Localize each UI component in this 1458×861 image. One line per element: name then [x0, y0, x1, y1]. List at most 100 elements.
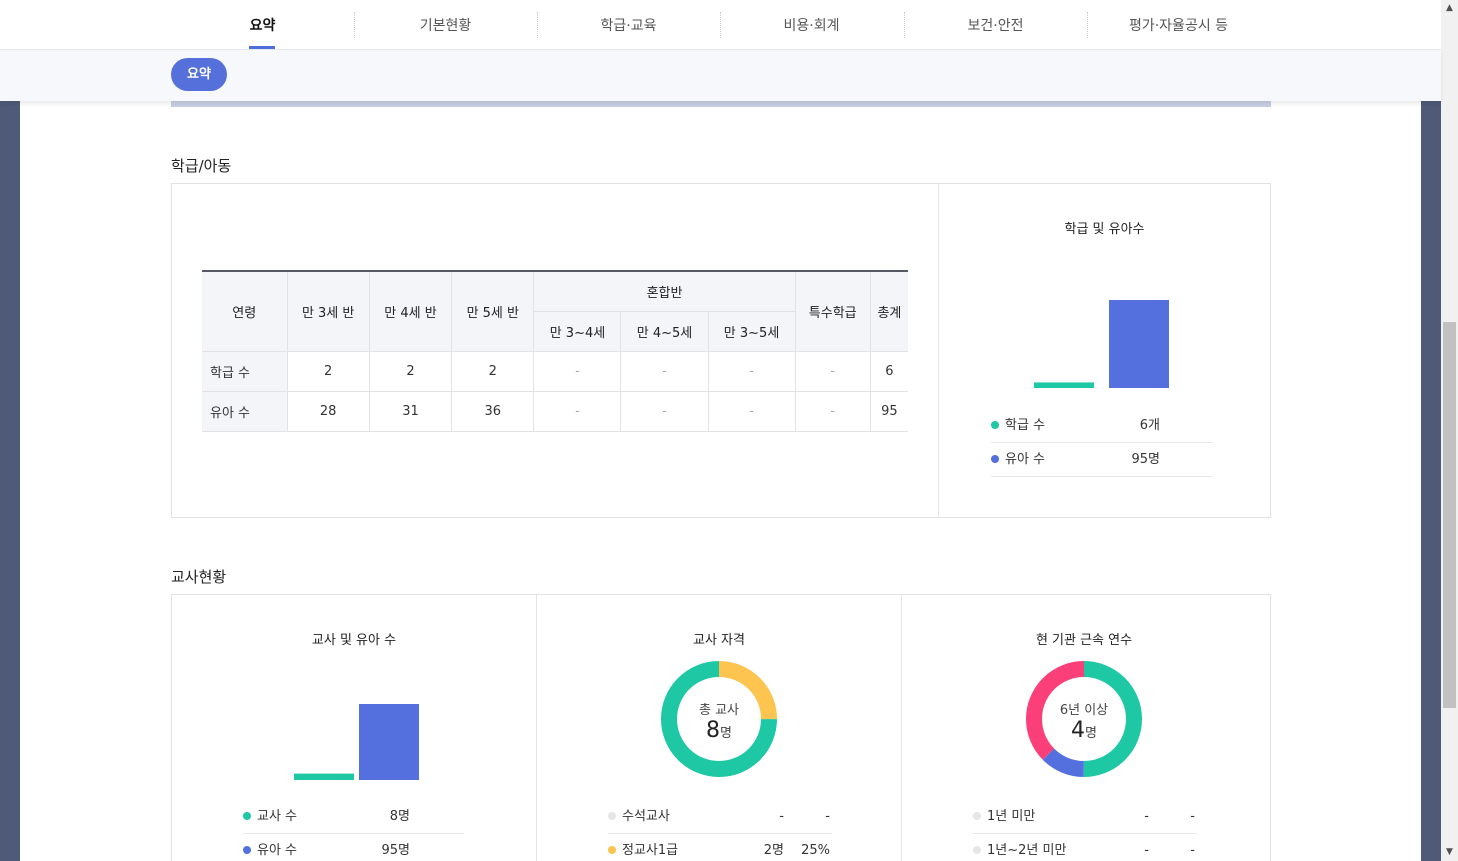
class-bar-chart: [1034, 300, 1169, 388]
sub-navigation: 요약: [0, 50, 1441, 101]
tab-evaluation-label: 평가·자율공시 등: [1128, 18, 1229, 34]
tenure-legend: 1년 미만 - - 1년~2년 미만 - -: [973, 800, 1197, 861]
legend-value: 6개: [1139, 418, 1160, 433]
th-age-3: 만 3세 반: [286, 270, 370, 352]
legend-label: 1년 미만: [987, 809, 1036, 824]
legend-label: 학급 수: [1005, 418, 1046, 433]
legend-percent: -: [1190, 843, 1195, 858]
qualification-legend: 수석교사 - - 정교사1급 2명 25%: [608, 800, 832, 861]
class-table: 연령 만 3세 반 만 4세 반 만 5세 반 혼합반 특수학급 총계 만 3~…: [202, 270, 908, 432]
th-mixed-3-5: 만 3~5세: [707, 310, 796, 352]
legend-dot: [973, 845, 981, 854]
legend-label: 교사 수: [257, 809, 298, 824]
legend-value: -: [779, 809, 784, 824]
donut-center-value: 8: [706, 718, 721, 743]
teachers-chart-legend: 교사 수 8명 유아 수 95명: [243, 800, 464, 861]
legend-percent: 25%: [801, 843, 830, 858]
legend-percent: -: [825, 809, 830, 824]
tab-summary[interactable]: 요약: [171, 0, 354, 50]
tab-summary-label: 요약: [249, 18, 276, 34]
donut-center-value: 4: [1071, 718, 1086, 743]
table-cell: -: [533, 390, 622, 432]
bar-교사 수: [294, 773, 354, 780]
donut-center-label: 6년 이상: [1059, 703, 1109, 718]
class-chart-legend: 학급 수 6개 유아 수 95명: [991, 409, 1212, 477]
legend-label: 1년~2년 미만: [987, 843, 1067, 858]
tab-health-safety[interactable]: 보건·안전: [904, 0, 1087, 50]
vertical-scrollbar[interactable]: ▲ ▼: [1441, 0, 1458, 861]
scroll-up-arrow-icon[interactable]: ▲: [1441, 0, 1458, 17]
table-cell: -: [707, 390, 796, 432]
tab-health-safety-label: 보건·안전: [967, 18, 1024, 34]
legend-item: 1년 미만 - -: [973, 800, 1197, 834]
table-cell: 95: [869, 390, 908, 432]
legend-dot: [608, 811, 616, 820]
legend-item: 1년~2년 미만 - -: [973, 834, 1197, 861]
table-cell: -: [620, 350, 709, 392]
tab-class-education-label: 학급·교육: [600, 18, 657, 34]
table-cell: -: [533, 350, 622, 392]
bar-유아 수: [359, 704, 419, 780]
table-cell: -: [794, 390, 871, 432]
donut-center-label: 총 교사: [698, 703, 739, 718]
legend-item: 유아 수 95명: [243, 834, 464, 861]
table-cell: 2: [451, 350, 535, 392]
legend-item: 학급 수 6개: [991, 409, 1212, 443]
legend-value: 2명: [763, 843, 784, 858]
legend-item: 수석교사 - -: [608, 800, 832, 834]
legend-label: 유아 수: [257, 843, 298, 858]
row-header: 유아 수: [202, 390, 288, 432]
th-mixed-3-4: 만 3~4세: [533, 310, 622, 352]
bar-유아 수: [1109, 300, 1169, 388]
section-title-class: 학급/아동: [171, 157, 232, 175]
th-special: 특수학급: [794, 270, 871, 352]
qualification-donut-center: 총 교사 8명: [679, 699, 759, 743]
legend-label: 정교사1급: [622, 843, 679, 858]
teachers-bar-chart: [294, 704, 419, 780]
legend-value: -: [1144, 809, 1149, 824]
tenure-chart-title: 현 기관 근속 연수: [1035, 633, 1133, 648]
tab-evaluation[interactable]: 평가·자율공시 등: [1087, 0, 1270, 50]
scroll-down-arrow-icon[interactable]: ▼: [1441, 844, 1458, 861]
legend-item: 정교사1급 2명 25%: [608, 834, 832, 861]
table-cell: -: [707, 350, 796, 392]
th-age: 연령: [202, 270, 288, 352]
legend-dot: [243, 845, 251, 854]
section-title-teachers: 교사현황: [171, 568, 227, 586]
legend-value: -: [1144, 843, 1149, 858]
table-cell: 2: [368, 350, 453, 392]
tab-basic-status[interactable]: 기본현황: [354, 0, 537, 50]
qualification-chart-title: 교사 자격: [693, 633, 745, 648]
class-chart-title: 학급 및 유아수: [1064, 222, 1145, 237]
tab-class-education[interactable]: 학급·교육: [537, 0, 720, 50]
th-total: 총계: [869, 270, 908, 352]
legend-percent: -: [1190, 809, 1195, 824]
sub-tab-summary-pill[interactable]: 요약: [171, 58, 227, 91]
table-row: 유아 수 28 31 36 - - - - 95: [202, 390, 908, 432]
tab-cost-accounting[interactable]: 비용·회계: [720, 0, 903, 50]
legend-value: 8명: [389, 809, 410, 824]
table-row: 학급 수 2 2 2 - - - - 6: [202, 350, 908, 392]
legend-item: 교사 수 8명: [243, 800, 464, 834]
top-navigation: 요약 기본현황 학급·교육 비용·회계 보건·안전 평가·자율공시 등: [0, 0, 1441, 50]
legend-value: 95명: [1131, 452, 1160, 467]
legend-dot: [991, 420, 999, 429]
legend-dot: [991, 454, 999, 463]
content-top-strip: [171, 101, 1271, 107]
th-mixed: 혼합반: [533, 270, 796, 312]
row-header: 학급 수: [202, 350, 288, 392]
table-cell: -: [620, 390, 709, 432]
scrollbar-thumb[interactable]: [1443, 322, 1456, 708]
legend-label: 유아 수: [1005, 452, 1046, 467]
table-cell: 28: [286, 390, 370, 432]
tenure-donut-center: 6년 이상 4명: [1044, 699, 1124, 743]
active-tab-underline: [249, 46, 275, 49]
legend-dot: [608, 845, 616, 854]
legend-value: 95명: [381, 843, 410, 858]
bar-학급 수: [1034, 382, 1094, 388]
table-cell: 2: [286, 350, 370, 392]
legend-item: 유아 수 95명: [991, 443, 1212, 477]
th-age-5: 만 5세 반: [451, 270, 535, 352]
donut-center-unit: 명: [1085, 726, 1097, 741]
th-age-4: 만 4세 반: [368, 270, 453, 352]
